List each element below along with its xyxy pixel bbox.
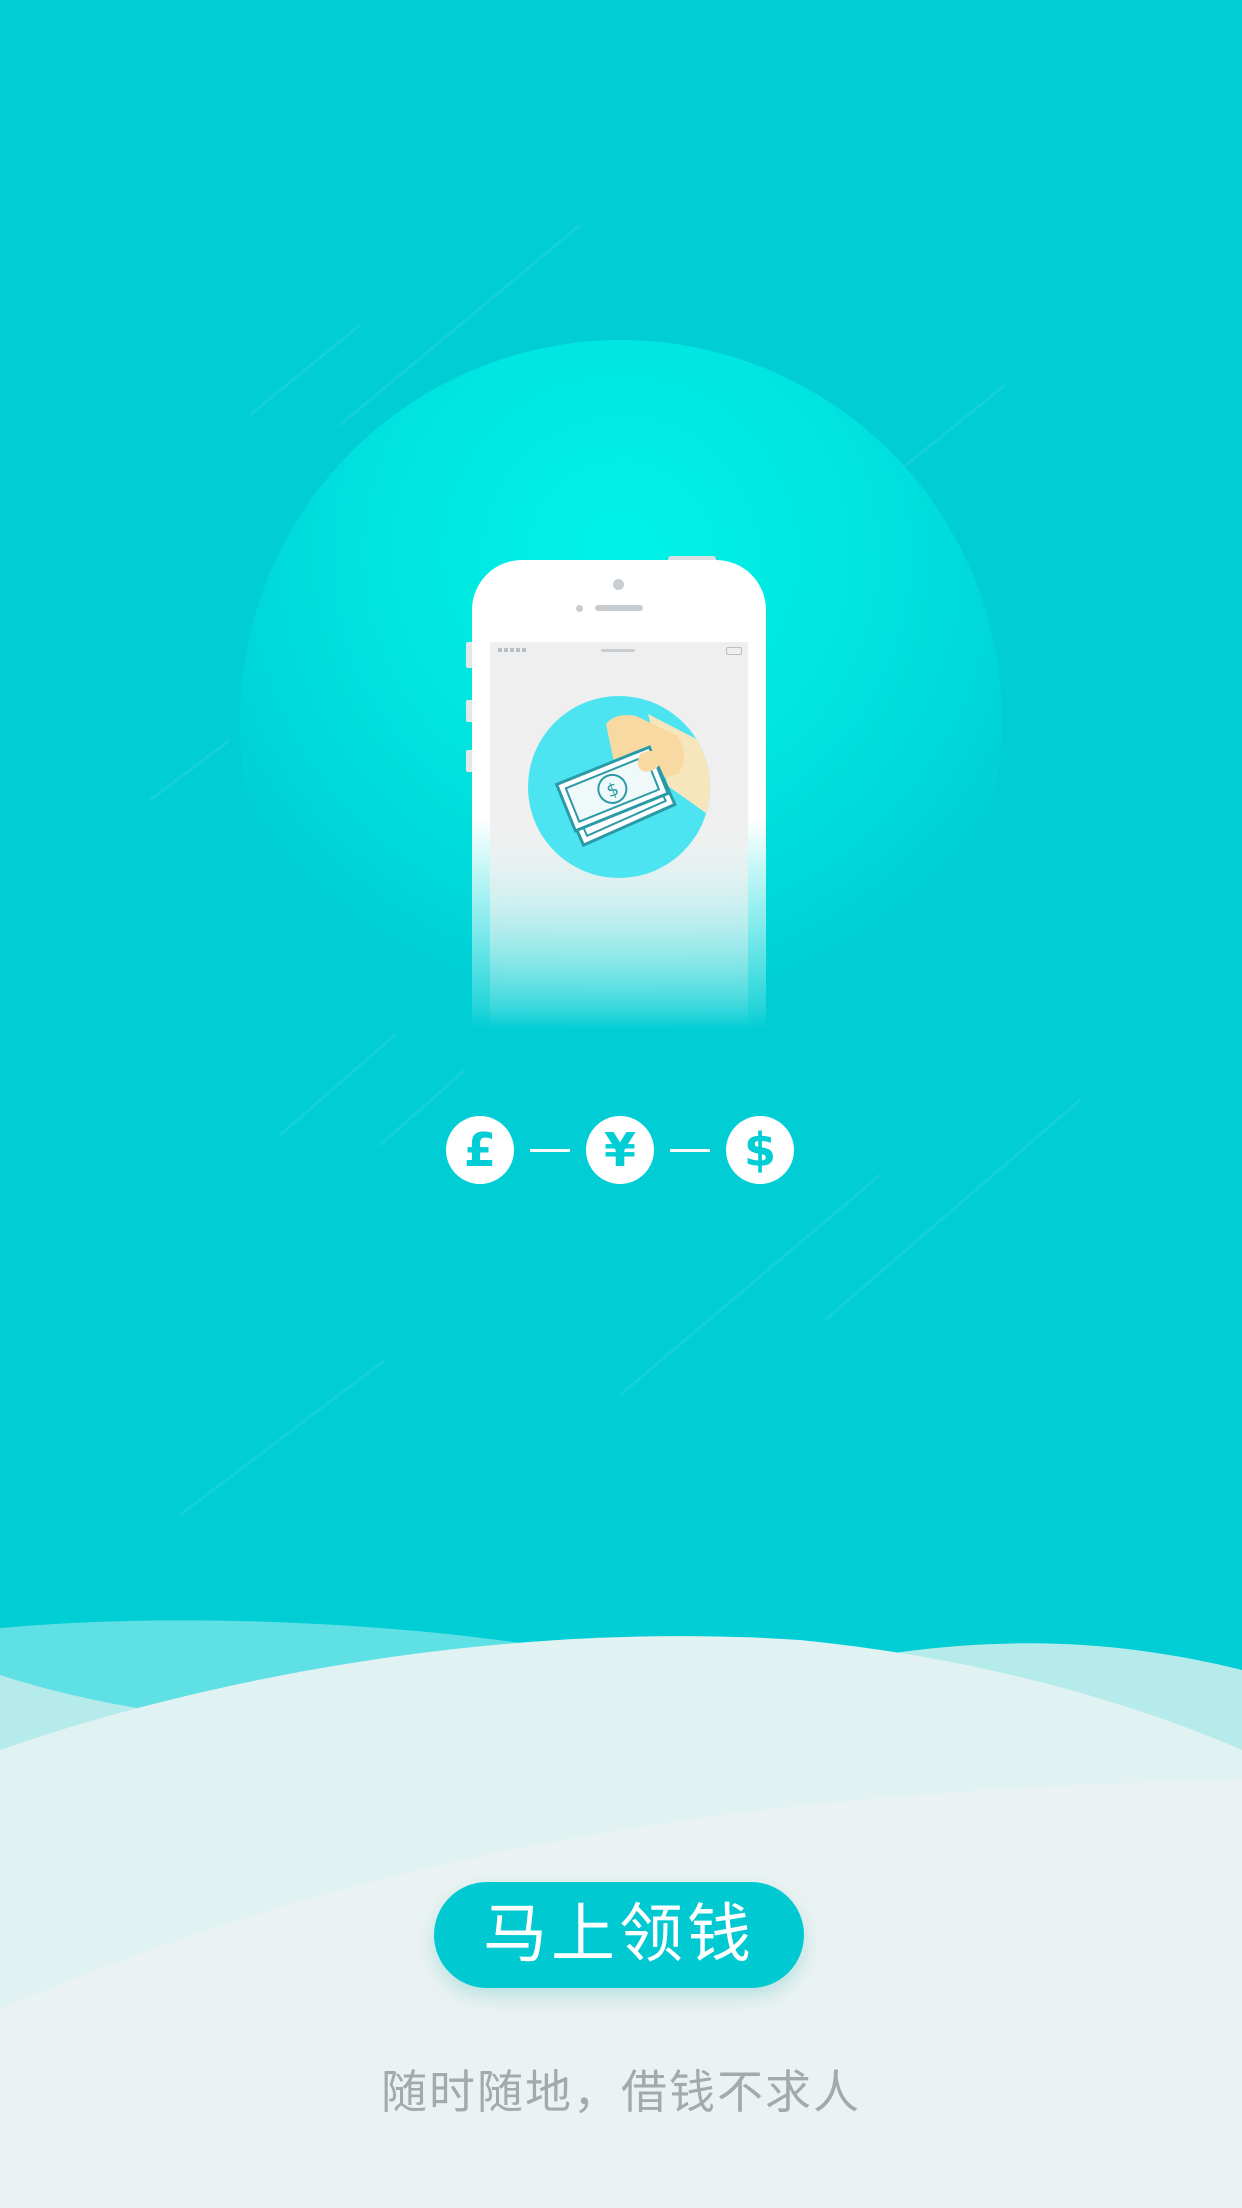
tagline-text: 随时随地，借钱不求人 <box>381 2065 861 2119</box>
splash-screen: $ £ ¥ $ 马上领钱 随时随地，借钱不求人 <box>0 0 1242 2208</box>
get-money-button[interactable]: 马上领钱 <box>434 1882 804 1988</box>
bottom-waves <box>0 1620 1242 2208</box>
